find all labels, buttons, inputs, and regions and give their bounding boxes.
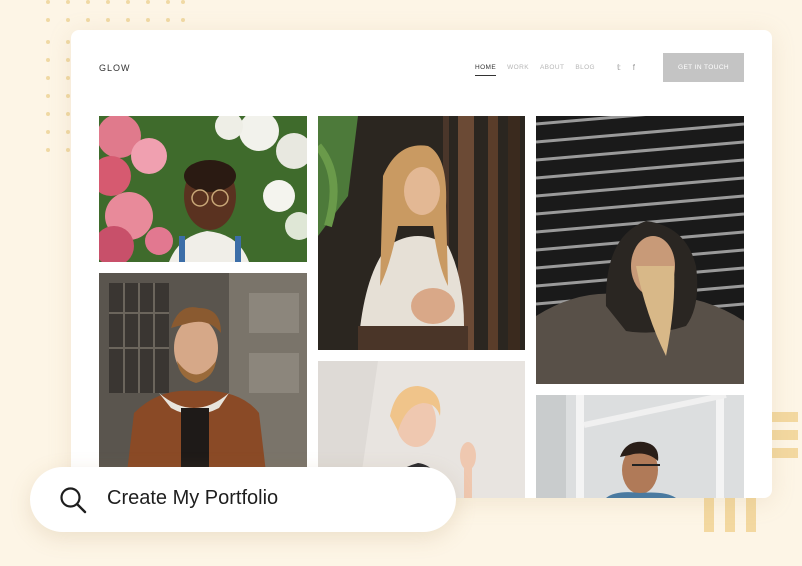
nav-item-about[interactable]: ABOUT — [540, 64, 564, 76]
woman-in-forest-photo[interactable] — [318, 116, 525, 350]
woman-with-flowers-photo[interactable] — [99, 116, 307, 262]
search-icon — [60, 487, 87, 514]
create-portfolio-search-bar[interactable]: Create My Portfolio — [30, 467, 456, 532]
man-with-glasses-photo[interactable] — [536, 395, 744, 498]
site-logo[interactable]: GLOW — [99, 63, 131, 73]
nav-item-work[interactable]: WORK — [507, 64, 529, 76]
search-text[interactable]: Create My Portfolio — [107, 487, 278, 510]
twitter-icon[interactable]: 𝕥 — [617, 63, 621, 72]
nav-item-blog[interactable]: BLOG — [575, 64, 595, 76]
social-links: 𝕥 f — [617, 63, 635, 72]
man-in-jacket-photo[interactable] — [99, 273, 307, 498]
decorative-horizontal-bars — [772, 412, 798, 462]
site-nav: HOME WORK ABOUT BLOG — [475, 64, 595, 76]
person-in-hoodie-photo[interactable] — [536, 116, 744, 384]
facebook-icon[interactable]: f — [633, 63, 635, 72]
website-preview-card: GLOW HOME WORK ABOUT BLOG 𝕥 f GET IN TOU… — [71, 30, 772, 498]
get-in-touch-button[interactable]: GET IN TOUCH — [663, 53, 744, 82]
decorative-vertical-bars — [704, 496, 756, 532]
nav-item-home[interactable]: HOME — [475, 64, 497, 76]
